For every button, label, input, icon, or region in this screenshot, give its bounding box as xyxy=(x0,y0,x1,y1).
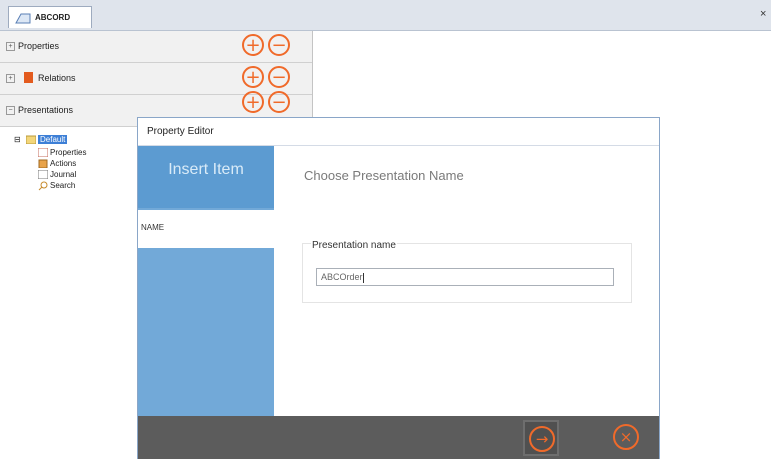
tree-item-default[interactable]: Default xyxy=(38,135,68,144)
section-label: Relations xyxy=(38,73,76,83)
document-icon xyxy=(15,13,31,24)
search-icon xyxy=(38,181,48,191)
section-label: Properties xyxy=(18,41,60,51)
content-title: Choose Presentation Name xyxy=(304,168,464,183)
text-caret xyxy=(362,272,364,283)
remove-presentation-button[interactable]: − xyxy=(268,91,290,113)
add-presentation-button[interactable]: + xyxy=(242,91,264,113)
dialog-footer: → × xyxy=(138,416,659,459)
tree-item-actions[interactable]: Actions xyxy=(50,159,76,168)
section-label: Presentations xyxy=(18,105,74,115)
add-relation-button[interactable]: + xyxy=(242,66,264,88)
expand-icon[interactable]: + xyxy=(6,74,15,83)
properties-icon xyxy=(38,148,48,157)
actions-icon xyxy=(38,159,48,168)
collapse-icon[interactable]: − xyxy=(6,106,15,115)
section-relations[interactable]: + Relations + − xyxy=(0,63,312,95)
close-tab-icon[interactable]: × xyxy=(760,8,767,20)
group-label: Presentation name xyxy=(311,240,397,251)
remove-property-button[interactable]: − xyxy=(268,34,290,56)
property-editor-dialog: Property Editor Insert Item NAME Choose … xyxy=(137,117,660,459)
wizard-sidebar: Insert Item NAME xyxy=(138,146,274,416)
tree-collapse-icon[interactable]: ⊟ xyxy=(14,135,21,144)
tab-abcord[interactable]: ABCORD xyxy=(8,6,92,28)
add-property-button[interactable]: + xyxy=(242,34,264,56)
sidebar-heading: Insert Item xyxy=(138,146,274,208)
next-button[interactable]: → xyxy=(523,420,559,456)
tab-title: ABCORD xyxy=(35,13,71,22)
cancel-x-icon: × xyxy=(613,424,639,450)
input-value: ABCOrder xyxy=(321,272,363,282)
presentation-name-input[interactable]: ABCOrder xyxy=(316,268,614,286)
relations-icon xyxy=(24,72,33,83)
tree-item-search[interactable]: Search xyxy=(50,181,75,190)
document-tab-bar: ABCORD × xyxy=(0,0,771,31)
cancel-button[interactable]: × xyxy=(609,420,645,456)
folder-icon xyxy=(26,135,36,144)
tree-item-journal[interactable]: Journal xyxy=(50,170,76,179)
next-arrow-icon: → xyxy=(529,426,555,452)
remove-relation-button[interactable]: − xyxy=(268,66,290,88)
tree-item-properties[interactable]: Properties xyxy=(50,148,86,157)
section-properties[interactable]: + Properties + − xyxy=(0,31,312,63)
expand-icon[interactable]: + xyxy=(6,42,15,51)
dialog-title: Property Editor xyxy=(138,118,659,146)
wizard-step-name[interactable]: NAME xyxy=(138,210,274,248)
journal-icon xyxy=(38,170,48,179)
